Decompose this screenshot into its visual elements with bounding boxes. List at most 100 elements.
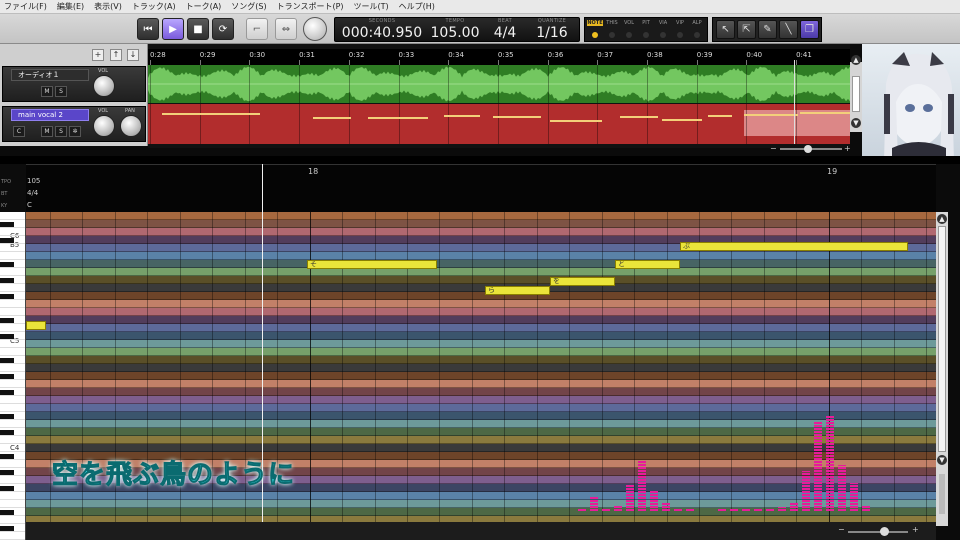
scroll-down-icon[interactable]: ▼ bbox=[937, 455, 947, 465]
note[interactable]: ぶ bbox=[680, 242, 908, 251]
track-vocal-mute[interactable]: M bbox=[41, 126, 53, 137]
track-vocal-solo[interactable]: S bbox=[55, 126, 67, 137]
track-vocal-name[interactable]: main vocal 2 bbox=[11, 109, 89, 121]
pianoroll-top-bar bbox=[0, 156, 960, 164]
key-marker[interactable]: C bbox=[27, 201, 32, 209]
beat-marker[interactable]: 4/4 bbox=[27, 189, 38, 197]
level-meter-bar bbox=[638, 461, 646, 511]
track-audio-solo[interactable]: S bbox=[55, 86, 67, 97]
menu-file[interactable]: ファイル(F) bbox=[0, 1, 53, 12]
menu-track[interactable]: トラック(A) bbox=[128, 1, 182, 12]
menu-song[interactable]: ソング(S) bbox=[227, 1, 272, 12]
follow-button[interactable]: ⇔ bbox=[275, 18, 297, 40]
track-vocal[interactable]: main vocal 2 C M S ✲ VOL PAN bbox=[2, 106, 146, 142]
time-ruler[interactable]: 0:28 0:29 0:30 0:31 0:32 0:33 0:34 0:35 0:36 0:37… bbox=[148, 49, 850, 65]
punch-button[interactable]: ⌐ bbox=[246, 18, 268, 40]
play-button[interactable]: ▶ bbox=[162, 18, 184, 40]
track-vocal-pan-label: PAN bbox=[125, 108, 135, 114]
vocal-lane-note bbox=[493, 116, 541, 118]
loop-button[interactable]: ⟳ bbox=[212, 18, 234, 40]
mode-note[interactable]: NOTE bbox=[587, 20, 603, 26]
beat-readout[interactable]: BEAT 4/4 bbox=[485, 18, 525, 43]
add-track-button[interactable]: + bbox=[92, 49, 104, 61]
mode-this[interactable]: THIS bbox=[604, 20, 620, 26]
timeline-zoom-slider[interactable]: − + bbox=[770, 144, 852, 154]
tempo-row-label: TPO bbox=[1, 179, 12, 185]
pianoroll-vertical-scrollbar[interactable]: ▲ ▼ bbox=[936, 212, 948, 526]
mode-vol[interactable]: VOL bbox=[621, 20, 637, 26]
track-up-button[interactable]: ↑ bbox=[110, 49, 122, 61]
time-ruler-label: 0:41 bbox=[796, 51, 812, 59]
zoom-in-icon[interactable]: + bbox=[912, 525, 919, 534]
stop-button[interactable]: ■ bbox=[187, 18, 209, 40]
master-volume-knob[interactable] bbox=[303, 17, 327, 41]
note[interactable]: と bbox=[615, 260, 680, 269]
seconds-readout: SECONDS 000:40.950 bbox=[339, 18, 425, 43]
time-ruler-label: 0:30 bbox=[249, 51, 266, 59]
track-vocal-vol-knob[interactable] bbox=[93, 115, 115, 137]
edit-tools: ↖ ⇱ ✎ ╲ ❐ bbox=[712, 17, 822, 42]
level-meter-bar bbox=[778, 507, 786, 511]
pianoroll-horizontal-scrollbar[interactable]: − + bbox=[26, 522, 936, 540]
line-icon: ╲ bbox=[785, 24, 792, 35]
menu-talk[interactable]: トーク(A) bbox=[182, 1, 228, 12]
level-meter-bar bbox=[754, 509, 762, 511]
scroll-thumb[interactable] bbox=[938, 226, 946, 452]
horizontal-zoom-thumb[interactable] bbox=[880, 527, 889, 536]
pencil-tool[interactable]: ✎ bbox=[758, 20, 777, 39]
audio-lane[interactable] bbox=[148, 65, 850, 103]
level-meter-bar bbox=[790, 503, 798, 511]
track-vocal-c[interactable]: C bbox=[13, 126, 25, 137]
track-vertical-scrollbar[interactable]: ▲ ▼ bbox=[850, 55, 862, 132]
scroll-thumb[interactable] bbox=[852, 76, 860, 112]
track-down-button[interactable]: ↓ bbox=[127, 49, 139, 61]
menu-edit[interactable]: 編集(E) bbox=[53, 1, 90, 12]
track-audio[interactable]: オーディオ１ M S VOL bbox=[2, 66, 146, 102]
mode-pit[interactable]: PIT bbox=[638, 20, 654, 26]
synth-editor-window: ファイル(F) 編集(E) 表示(V) トラック(A) トーク(A) ソング(S… bbox=[0, 0, 960, 540]
tempo-marker[interactable]: 105 bbox=[27, 177, 40, 185]
track-audio-name[interactable]: オーディオ１ bbox=[11, 69, 89, 81]
transport-display: SECONDS 000:40.950 TEMPO 105.00 BEAT 4/4… bbox=[334, 17, 580, 42]
mode-via[interactable]: VIA bbox=[655, 20, 671, 26]
vocal-lane[interactable] bbox=[148, 104, 850, 144]
line-tool[interactable]: ╲ bbox=[779, 20, 798, 39]
select-tool[interactable]: ↖ bbox=[716, 20, 735, 39]
bracket-icon: ⌐ bbox=[252, 23, 262, 35]
level-meter-bar bbox=[826, 415, 834, 511]
menu-help[interactable]: ヘルプ(H) bbox=[395, 1, 441, 12]
quantize-readout[interactable]: QUANTIZE 1/16 bbox=[527, 18, 577, 43]
note[interactable]: ら bbox=[485, 286, 550, 295]
menu-transport[interactable]: トランスポート(P) bbox=[273, 1, 350, 12]
piano-keyboard[interactable]: C6 B5 C5 C4 bbox=[0, 212, 26, 540]
mode-vip[interactable]: VIP bbox=[672, 20, 688, 26]
scroll-down-icon[interactable]: ▼ bbox=[851, 118, 861, 128]
scroll-up-icon[interactable]: ▲ bbox=[937, 214, 947, 224]
note[interactable] bbox=[26, 321, 46, 330]
zoom-out-icon[interactable]: − bbox=[770, 144, 777, 153]
zoom-in-icon[interactable]: + bbox=[844, 144, 851, 153]
measure-19-label: 19 bbox=[827, 167, 838, 176]
menu-tools[interactable]: ツール(T) bbox=[350, 1, 395, 12]
menu-view[interactable]: 表示(V) bbox=[90, 1, 128, 12]
zoom-out-icon[interactable]: − bbox=[838, 525, 845, 534]
mode-alp[interactable]: ALP bbox=[689, 20, 705, 26]
multi-tool[interactable]: ❐ bbox=[800, 20, 819, 39]
arrow-icon: ↖ bbox=[721, 24, 730, 35]
arrangement-timeline[interactable]: 0:28 0:29 0:30 0:31 0:32 0:33 0:34 0:35 0:36 0:37… bbox=[148, 44, 850, 148]
range-tool[interactable]: ⇱ bbox=[737, 20, 756, 39]
measure-ruler[interactable]: 105 4/4 C 18 19 bbox=[26, 164, 936, 212]
scroll-up-icon[interactable]: ▲ bbox=[851, 55, 861, 65]
rewind-button[interactable]: ⏮ bbox=[137, 18, 159, 40]
track-audio-mute[interactable]: M bbox=[41, 86, 53, 97]
track-vocal-pan-knob[interactable] bbox=[120, 115, 142, 137]
track-audio-vol-label: VOL bbox=[98, 68, 109, 74]
timeline-playhead[interactable] bbox=[794, 60, 795, 144]
arrow-range-icon: ⇱ bbox=[742, 24, 751, 35]
tempo-readout[interactable]: TEMPO 105.00 bbox=[425, 18, 485, 43]
note[interactable]: を bbox=[550, 277, 615, 286]
track-audio-vol-knob[interactable] bbox=[93, 75, 115, 97]
note[interactable]: そ bbox=[307, 260, 437, 269]
vertical-zoom-slider[interactable] bbox=[939, 474, 945, 514]
track-vocal-fx[interactable]: ✲ bbox=[69, 126, 81, 137]
